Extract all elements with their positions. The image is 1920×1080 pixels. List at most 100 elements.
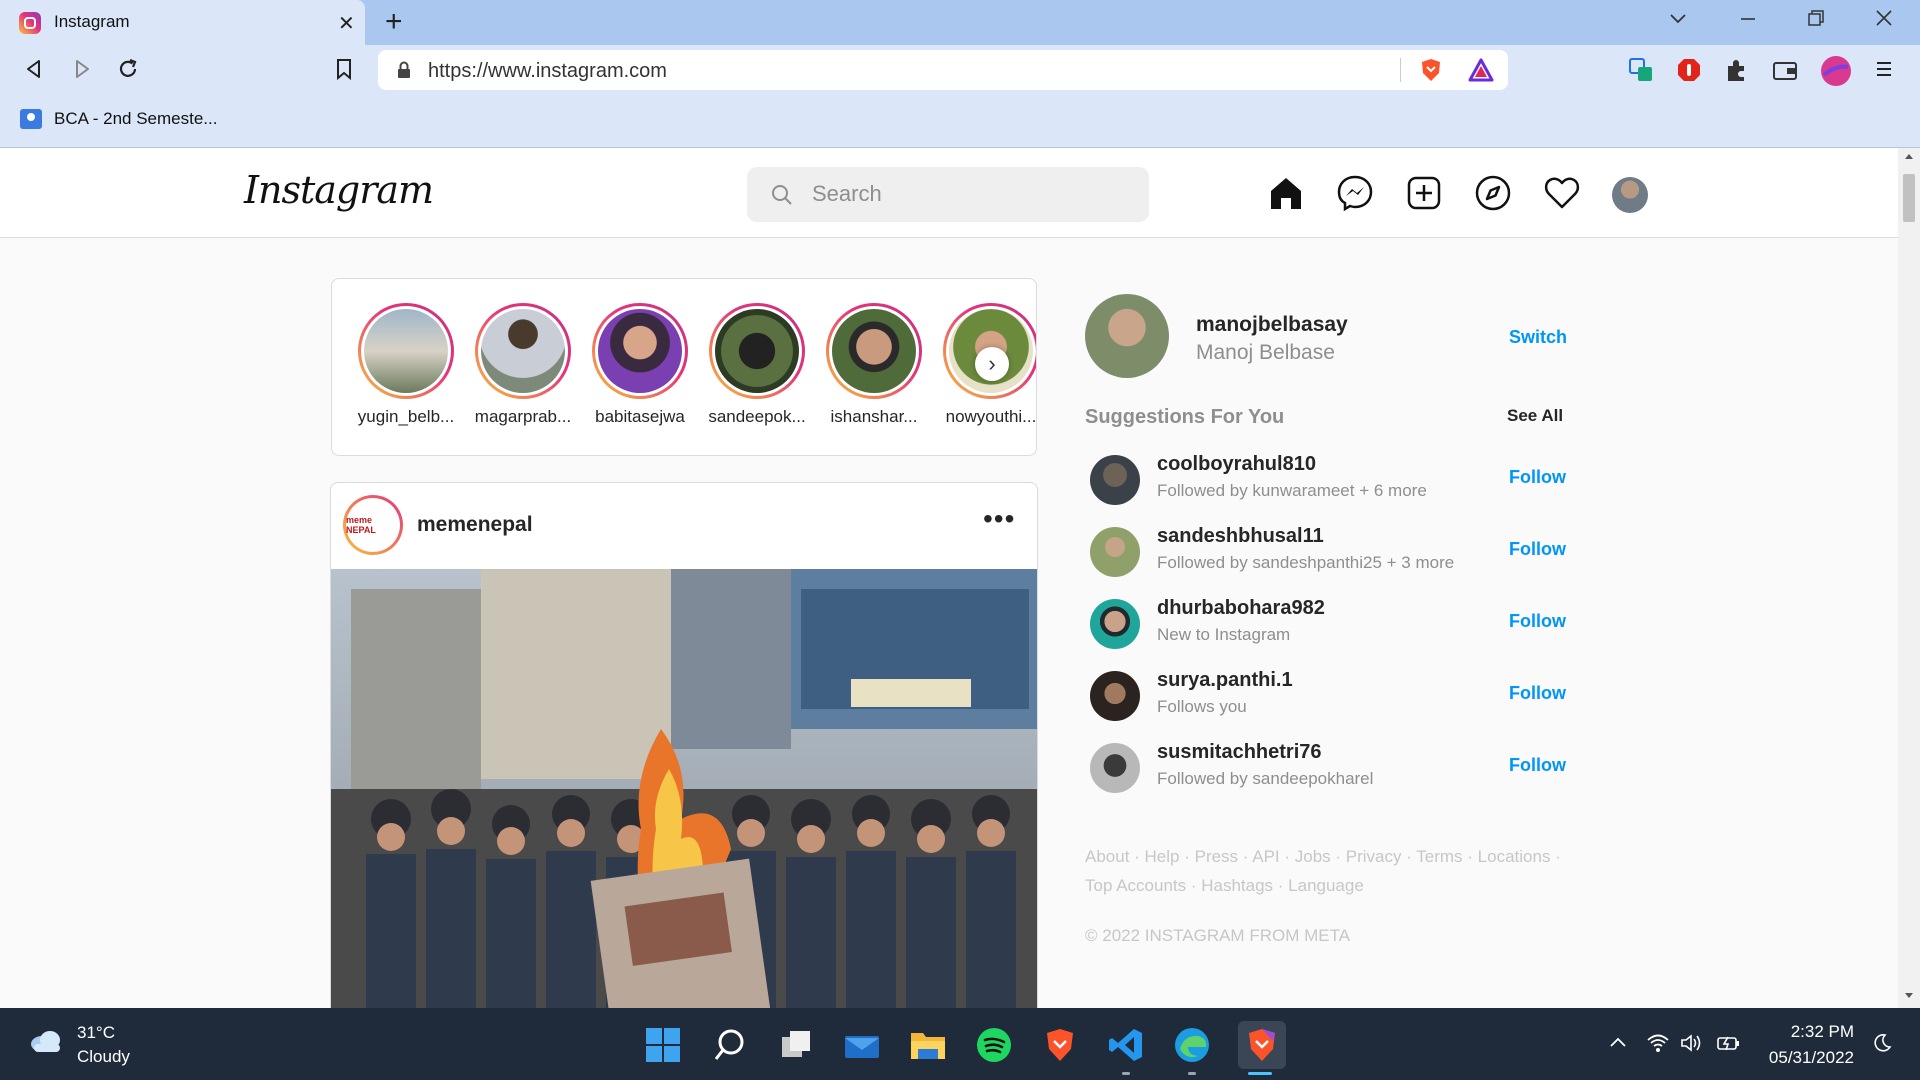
- switch-account-button[interactable]: Switch: [1509, 327, 1567, 348]
- suggestion-row: sandeshbhusal11 Followed by sandeshpanth…: [1085, 523, 1566, 583]
- profile-avatar[interactable]: [1612, 177, 1648, 213]
- wallet-icon[interactable]: [1772, 57, 1798, 83]
- suggestion-username[interactable]: coolboyrahul810: [1157, 453, 1316, 476]
- suggestion-row: susmitachhetri76 Followed by sandeepokha…: [1085, 739, 1566, 799]
- post-image[interactable]: [331, 569, 1037, 1008]
- spotify-icon[interactable]: [974, 1025, 1014, 1065]
- suggestion-row: surya.panthi.1 Follows you Follow: [1085, 667, 1566, 727]
- search-taskbar-icon[interactable]: [710, 1025, 750, 1065]
- story-avatar: [598, 309, 682, 393]
- new-tab-icon[interactable]: +: [385, 6, 403, 38]
- vscode-icon[interactable]: [1106, 1025, 1146, 1065]
- notification-moon-icon[interactable]: [1872, 1033, 1892, 1053]
- translate-icon[interactable]: [1628, 57, 1654, 83]
- copyright-text: © 2022 INSTAGRAM FROM META: [1085, 926, 1351, 945]
- lock-icon[interactable]: [396, 61, 412, 79]
- suggestion-row: dhurbabohara982 New to Instagram Follow: [1085, 595, 1566, 655]
- suggestion-subtitle: Follows you: [1157, 697, 1247, 716]
- brave-taskbar-icon[interactable]: [1040, 1025, 1080, 1065]
- suggestion-username[interactable]: sandeshbhusal11: [1157, 525, 1324, 548]
- weather-description[interactable]: Cloudy: [77, 1047, 130, 1067]
- post-username[interactable]: memenepal: [417, 513, 533, 537]
- scroll-up-arrow-icon[interactable]: [1904, 152, 1914, 160]
- brave-shields-icon[interactable]: [1418, 57, 1444, 83]
- footer-links-line-2[interactable]: Top Accounts · Hashtags · Language: [1085, 871, 1565, 900]
- scrollbar-thumb[interactable]: [1903, 174, 1915, 222]
- story-ring: [709, 303, 805, 399]
- close-window-icon[interactable]: [1874, 8, 1894, 28]
- clock-date[interactable]: 05/31/2022: [1762, 1048, 1854, 1068]
- cloud-weather-icon[interactable]: [28, 1028, 64, 1054]
- current-user-avatar[interactable]: [1085, 294, 1169, 378]
- vscode-running-indicator: [1122, 1072, 1130, 1075]
- windows-start-icon[interactable]: [643, 1025, 683, 1065]
- stories-next-chevron-icon[interactable]: ›: [975, 347, 1009, 381]
- suggestion-avatar[interactable]: [1090, 599, 1140, 649]
- browser-toolbar: https://www.instagram.com: [0, 45, 1920, 95]
- follow-button[interactable]: Follow: [1509, 755, 1566, 776]
- follow-button[interactable]: Follow: [1509, 683, 1566, 704]
- file-explorer-icon[interactable]: [908, 1025, 948, 1065]
- bookmarks-bar: BCA - 2nd Semeste...: [0, 95, 1920, 148]
- story-item[interactable]: babitasejwa: [585, 303, 695, 427]
- mail-app-icon[interactable]: [842, 1025, 882, 1065]
- extensions-puzzle-icon[interactable]: [1724, 57, 1750, 83]
- volume-icon[interactable]: [1680, 1033, 1704, 1053]
- suggestion-username[interactable]: surya.panthi.1: [1157, 669, 1293, 692]
- browser-menu-icon[interactable]: [1874, 57, 1894, 81]
- address-bar[interactable]: https://www.instagram.com: [378, 50, 1508, 90]
- follow-button[interactable]: Follow: [1509, 539, 1566, 560]
- tab-close-icon[interactable]: ✕: [338, 11, 355, 36]
- restore-icon[interactable]: [1806, 8, 1826, 28]
- suggestion-username[interactable]: susmitachhetri76: [1157, 741, 1322, 764]
- suggestion-avatar[interactable]: [1090, 671, 1140, 721]
- reload-icon[interactable]: [116, 57, 140, 81]
- weather-temperature[interactable]: 31°C: [77, 1023, 115, 1043]
- post-author-avatar[interactable]: meme NEPAL: [343, 495, 403, 555]
- suggestion-avatar[interactable]: [1090, 455, 1140, 505]
- story-username: nowyouthi...: [945, 407, 1037, 426]
- instagram-logo[interactable]: Instagram: [244, 168, 434, 212]
- urlbar-divider: [1400, 58, 1401, 82]
- edge-icon[interactable]: [1172, 1025, 1212, 1065]
- scroll-down-arrow-icon[interactable]: [1904, 992, 1914, 1000]
- suggestion-avatar[interactable]: [1090, 527, 1140, 577]
- bookmark-icon[interactable]: [333, 57, 355, 81]
- task-view-icon[interactable]: [776, 1025, 816, 1065]
- minimize-icon[interactable]: [1738, 8, 1758, 28]
- right-sidebar: manojbelbasay Manoj Belbase Switch Sugge…: [1085, 148, 1567, 1008]
- tab-list-chevron-icon[interactable]: [1668, 8, 1688, 28]
- browser-tab[interactable]: Instagram ✕: [0, 0, 365, 45]
- story-item[interactable]: sandeepok...: [702, 303, 812, 427]
- story-avatar: [832, 309, 916, 393]
- clock-time[interactable]: 2:32 PM: [1762, 1022, 1854, 1042]
- bookmark-bca[interactable]: BCA - 2nd Semeste...: [20, 109, 217, 129]
- story-avatar: [364, 309, 448, 393]
- search-input[interactable]: [812, 179, 1132, 209]
- brave-beta-active-icon[interactable]: [1238, 1021, 1286, 1069]
- page-scrollbar[interactable]: [1898, 148, 1920, 1008]
- follow-button[interactable]: Follow: [1509, 467, 1566, 488]
- suggestion-avatar[interactable]: [1090, 743, 1140, 793]
- profile-avatar-icon[interactable]: [1820, 55, 1852, 87]
- brave-rewards-icon[interactable]: [1468, 58, 1494, 82]
- footer-links[interactable]: About · Help · Press · API · Jobs · Priv…: [1085, 842, 1565, 900]
- see-all-link[interactable]: See All: [1507, 406, 1563, 426]
- follow-button[interactable]: Follow: [1509, 611, 1566, 632]
- instagram-favicon-icon: [19, 12, 41, 34]
- story-username: ishanshar...: [830, 407, 918, 426]
- post-more-options-icon[interactable]: •••: [983, 503, 1015, 535]
- story-item[interactable]: yugin_belb...: [351, 303, 461, 427]
- battery-charging-icon[interactable]: [1716, 1033, 1742, 1053]
- adblock-extension-icon[interactable]: [1676, 57, 1702, 83]
- show-hidden-icons-chevron-icon[interactable]: [1608, 1033, 1628, 1053]
- back-icon[interactable]: [22, 57, 46, 81]
- story-item[interactable]: ishanshar...: [819, 303, 929, 427]
- story-item[interactable]: magarprab...: [468, 303, 578, 427]
- current-username[interactable]: manojbelbasay: [1196, 313, 1348, 337]
- forward-icon[interactable]: [70, 57, 94, 81]
- footer-links-line-1[interactable]: About · Help · Press · API · Jobs · Priv…: [1085, 842, 1565, 871]
- suggestion-username[interactable]: dhurbabohara982: [1157, 597, 1325, 620]
- wifi-icon[interactable]: [1646, 1033, 1670, 1053]
- suggestion-row: coolboyrahul810 Followed by kunwarameet …: [1085, 451, 1566, 511]
